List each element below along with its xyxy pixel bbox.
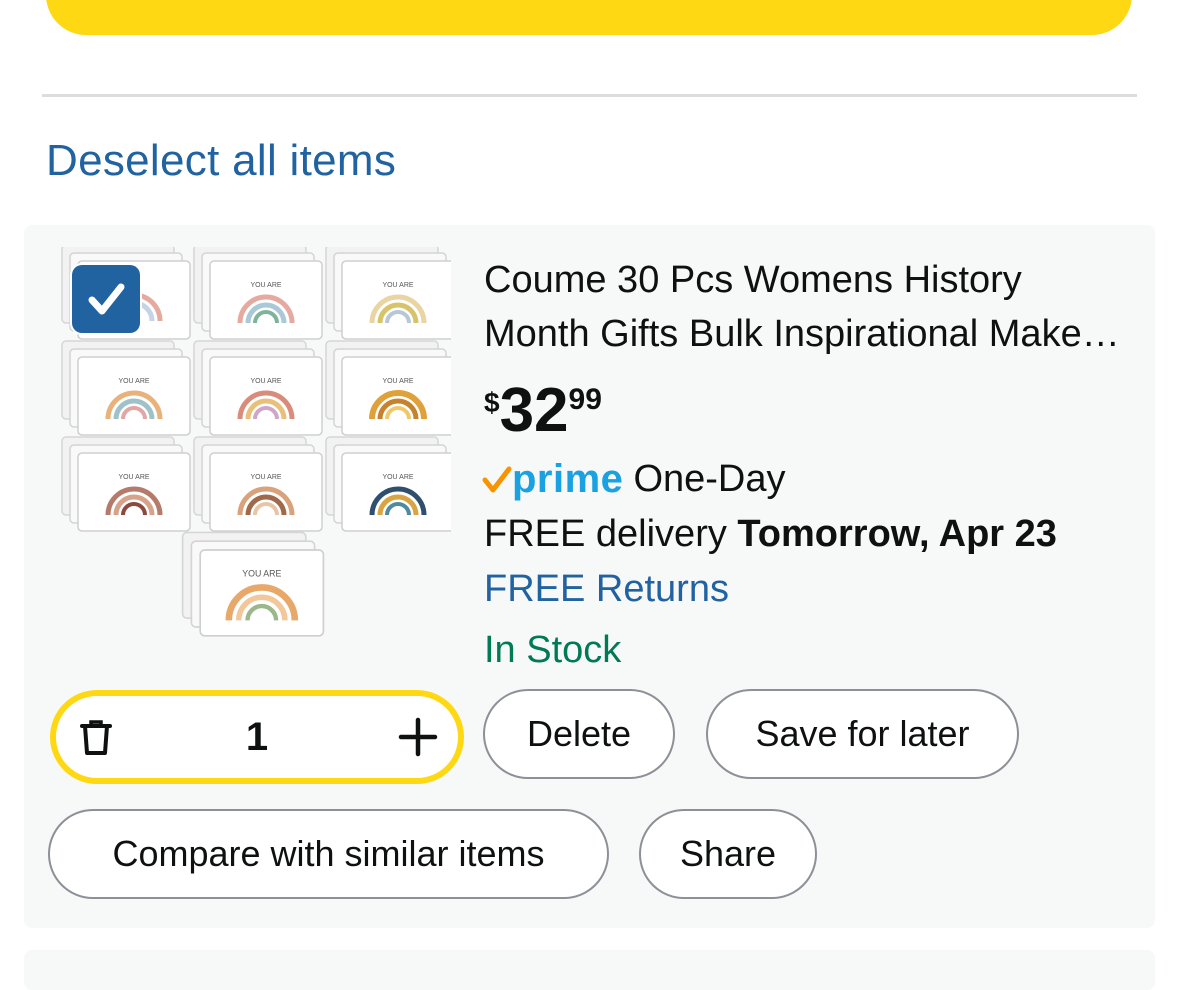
price-whole: 32 [499, 376, 569, 445]
bag-text: YOU ARE [118, 378, 149, 385]
save-for-later-button[interactable]: Save for later [706, 689, 1019, 779]
quantity-stepper[interactable]: 1 [50, 690, 464, 784]
prime-badge: prime One-Day [482, 457, 786, 502]
next-cart-item-card [24, 950, 1155, 990]
bag-text: YOU ARE [382, 474, 413, 481]
quantity-value: 1 [245, 714, 269, 759]
checkmark-icon [88, 283, 125, 315]
bag-text: YOU ARE [250, 474, 281, 481]
proceed-to-checkout-button[interactable] [46, 0, 1132, 35]
prime-logo-text: prime [512, 457, 624, 501]
divider [42, 94, 1137, 97]
share-button[interactable]: Share [639, 809, 817, 899]
bag-text: YOU ARE [382, 282, 413, 289]
bag-text: YOU ARE [382, 378, 413, 385]
item-select-checkbox[interactable] [72, 265, 140, 333]
price-currency: $ [484, 387, 500, 418]
prime-logo: prime [482, 457, 623, 502]
delivery-info: FREE delivery Tomorrow, Apr 23 [484, 513, 1057, 556]
bag-text: YOU ARE [118, 474, 149, 481]
delivery-date: Tomorrow, Apr 23 [737, 513, 1057, 555]
product-price: $ 32 99 [484, 375, 602, 447]
product-title[interactable]: Coume 30 Pcs Womens History Month Gifts … [484, 253, 1124, 361]
bag-text: YOU ARE [242, 568, 281, 578]
compare-similar-button[interactable]: Compare with similar items [48, 809, 609, 899]
plus-icon[interactable] [398, 717, 438, 757]
prime-checkmark-icon [482, 466, 512, 492]
prime-shipping-type: One-Day [633, 458, 786, 500]
cart-item-card: YOU ARE YOU ARE YOU ARE YOU ARE YOU ARE [24, 225, 1155, 928]
delivery-prefix: FREE delivery [484, 513, 727, 555]
stock-status: In Stock [484, 629, 622, 671]
bag-text: YOU ARE [250, 378, 281, 385]
price-fraction: 99 [568, 383, 602, 416]
free-returns-link[interactable]: FREE Returns [484, 568, 729, 611]
delete-button[interactable]: Delete [483, 689, 675, 779]
deselect-all-link[interactable]: Deselect all items [46, 136, 396, 186]
bag-text: YOU ARE [250, 282, 281, 289]
trash-icon[interactable] [76, 717, 116, 757]
